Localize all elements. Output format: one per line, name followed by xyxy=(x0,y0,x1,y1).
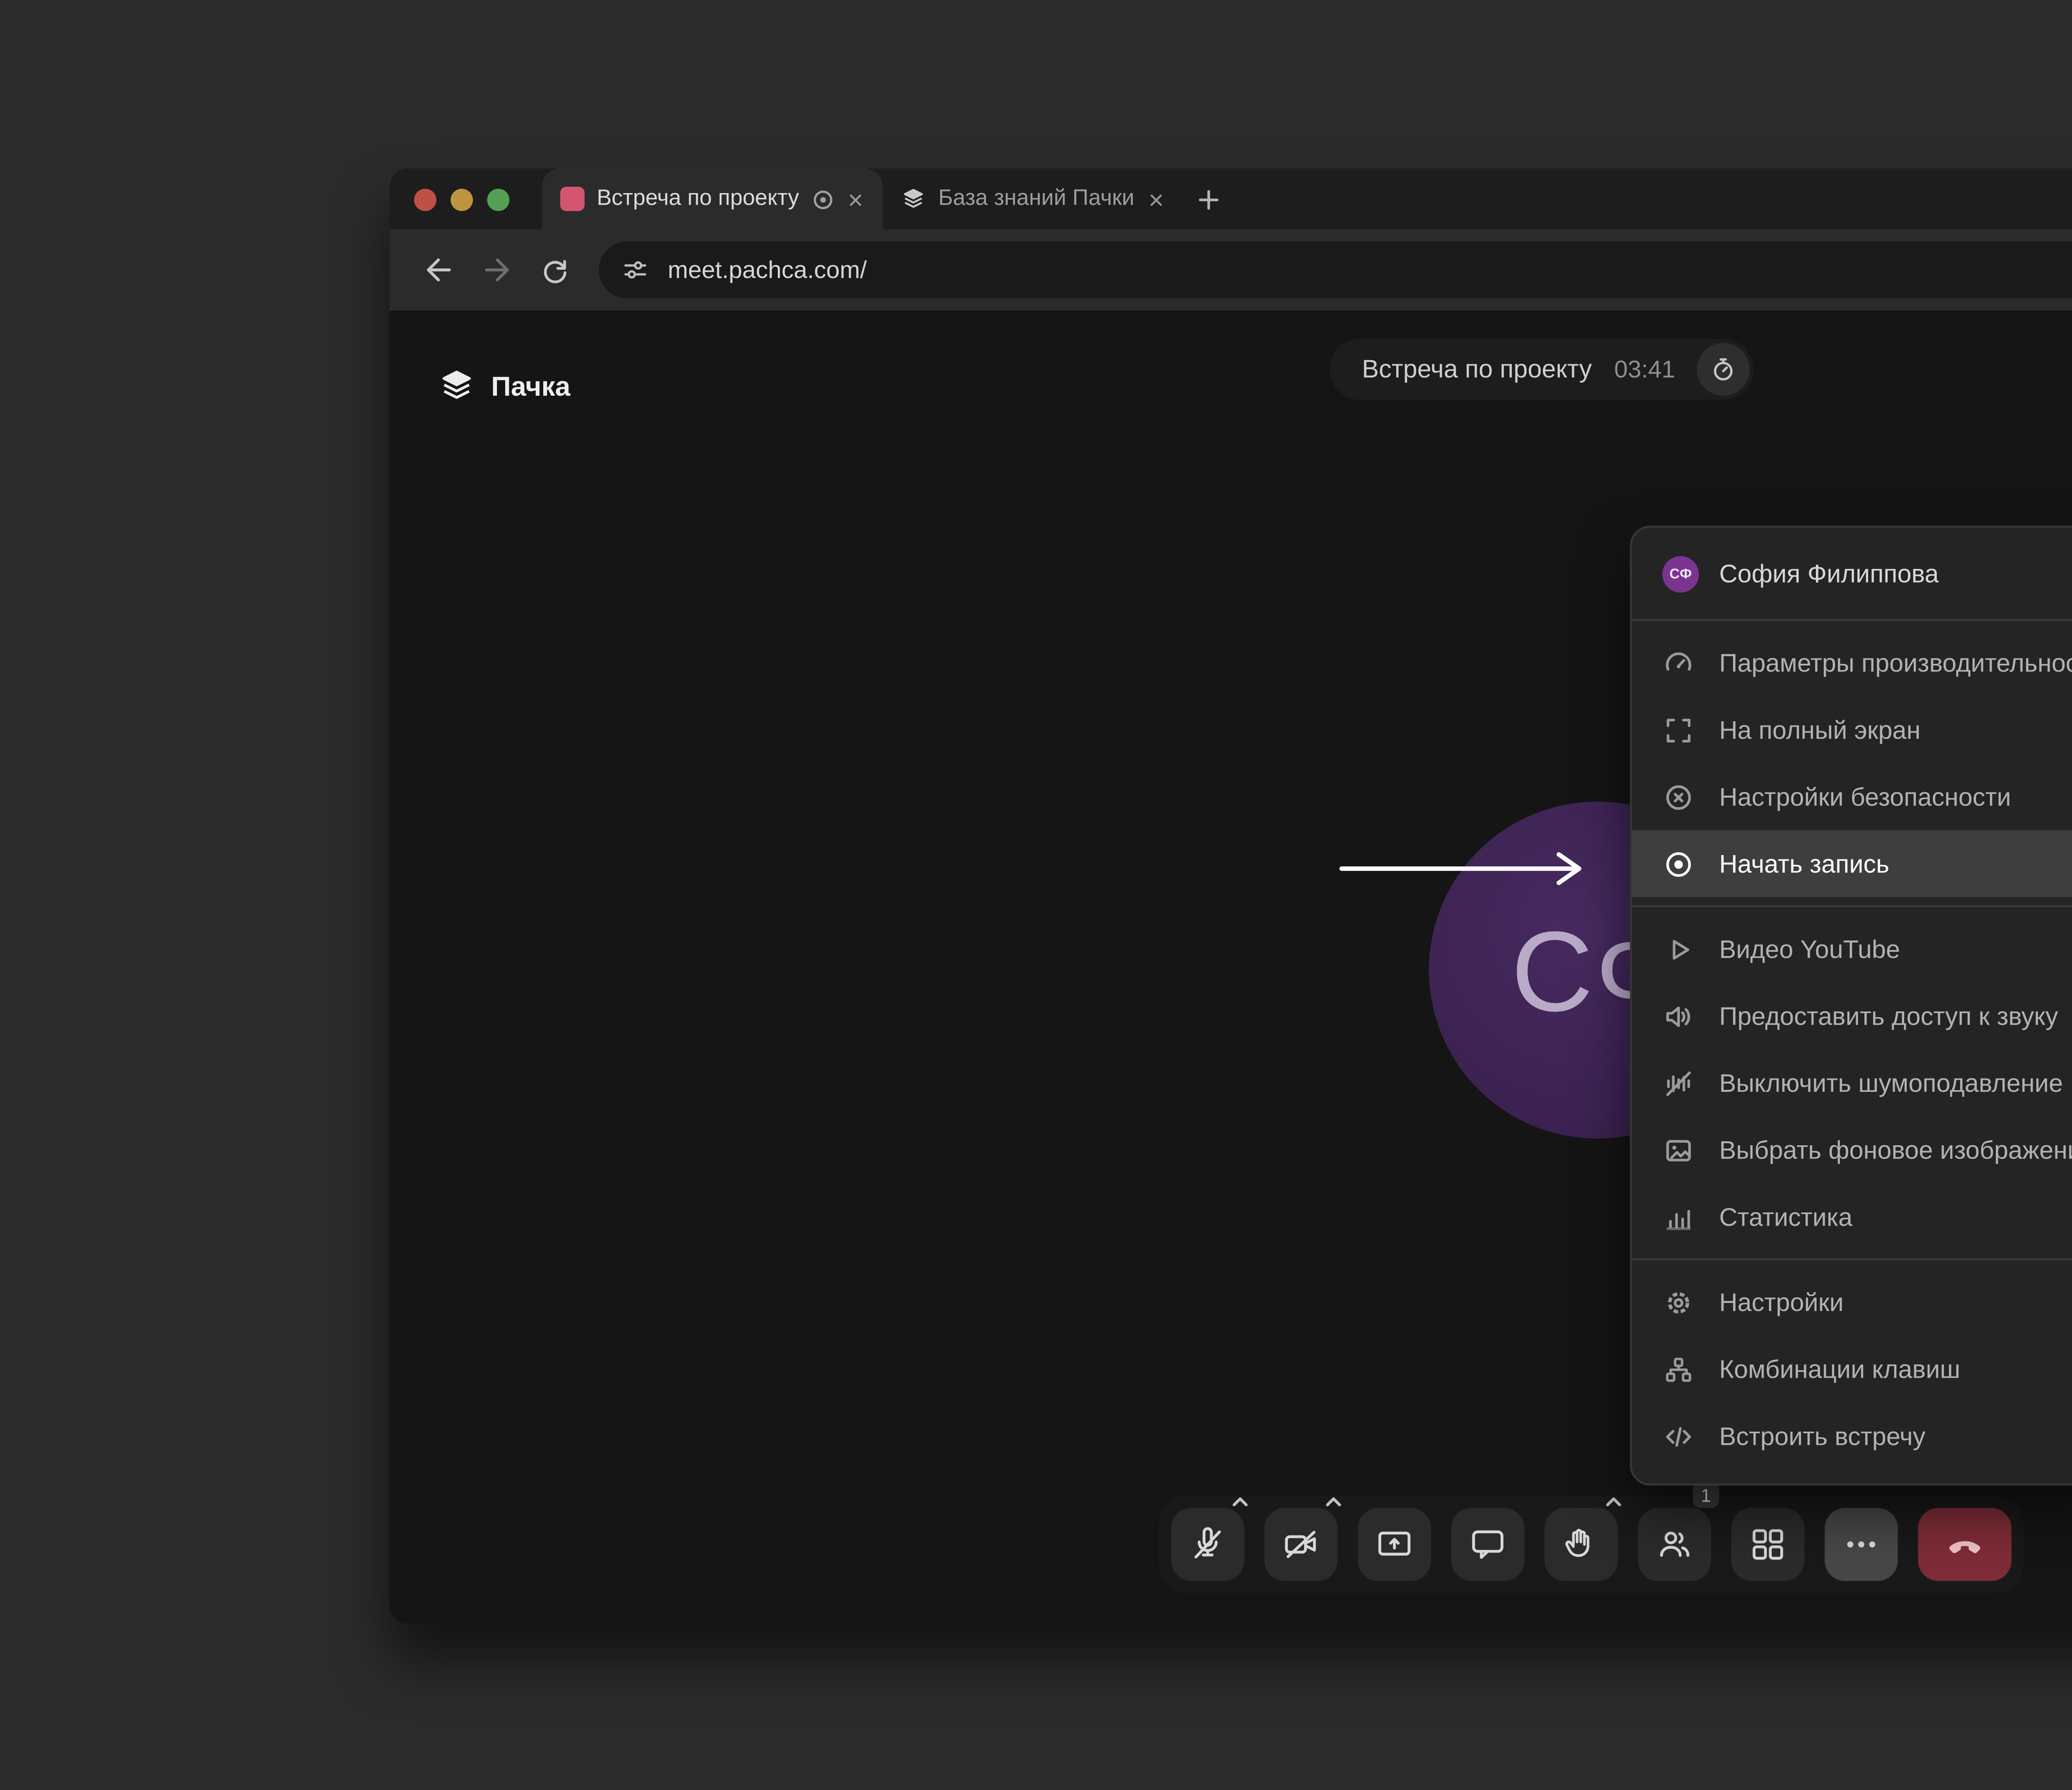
pachca-meet-favicon xyxy=(560,187,585,211)
chevron-up-icon xyxy=(1230,1494,1250,1510)
hang-up-icon xyxy=(1944,1524,1985,1565)
camera-off-icon xyxy=(1281,1524,1322,1565)
forward-button[interactable] xyxy=(469,242,523,297)
tab-close-icon[interactable]: × xyxy=(846,186,865,212)
pachca-kb-favicon xyxy=(902,187,926,211)
bar-chart-icon xyxy=(1662,1200,1694,1233)
camera-button[interactable] xyxy=(1264,1508,1337,1581)
tab-close-icon[interactable]: × xyxy=(1147,186,1166,212)
menu-item-performance[interactable]: Параметры производительности xyxy=(1632,629,2072,696)
play-icon xyxy=(1662,933,1694,965)
image-icon xyxy=(1662,1134,1694,1166)
menu-item-share-audio[interactable]: Предоставить доступ к звуку xyxy=(1632,982,2072,1050)
camera-options-chevron[interactable] xyxy=(1323,1485,1343,1516)
minimize-window-button[interactable] xyxy=(450,188,473,210)
plus-icon xyxy=(1196,186,1223,212)
menu-item-embed-meeting[interactable]: Встроить встречу xyxy=(1632,1402,2072,1469)
security-icon xyxy=(1662,780,1694,813)
menu-user-name: София Филиппова xyxy=(1719,560,1939,589)
participants-button[interactable]: 1 xyxy=(1638,1508,1711,1581)
chevron-up-icon xyxy=(1603,1494,1624,1510)
pachca-logo: Пачка xyxy=(438,368,570,404)
noise-suppression-off-icon xyxy=(1662,1067,1694,1099)
tab-title: Встреча по проекту xyxy=(597,187,799,211)
fullscreen-icon xyxy=(1662,714,1694,746)
pachca-logo-text: Пачка xyxy=(491,370,570,401)
reload-button[interactable] xyxy=(528,242,582,297)
timer-button[interactable] xyxy=(1697,343,1750,396)
pachca-logo-icon xyxy=(438,368,475,404)
menu-item-statistics[interactable]: Статистика xyxy=(1632,1183,2072,1251)
annotation-arrow xyxy=(1336,846,1610,891)
menu-item-noise-suppression-off[interactable]: Выключить шумоподавление xyxy=(1632,1049,2072,1116)
reactions-chevron[interactable] xyxy=(1603,1485,1624,1516)
screen-share-icon xyxy=(1374,1524,1415,1565)
menu-item-fullscreen[interactable]: На полный экран xyxy=(1632,696,2072,763)
menu-group: Настройки Комбинации клавиш Встроить вст… xyxy=(1632,1260,2072,1478)
desktop: Встреча по проекту × База знаний Пачки × xyxy=(0,0,2072,1790)
chat-icon xyxy=(1467,1524,1508,1565)
tab-meeting[interactable]: Встреча по проекту × xyxy=(542,169,884,230)
more-options-menu: СФ София Филиппова Параметры производите… xyxy=(1630,526,2072,1486)
window-controls xyxy=(414,188,509,210)
raise-hand-button[interactable] xyxy=(1544,1508,1617,1581)
meeting-timer: 03:41 xyxy=(1614,355,1675,384)
call-controls: 1 xyxy=(1159,1496,2024,1593)
maximize-window-button[interactable] xyxy=(487,188,510,210)
recording-indicator-icon xyxy=(811,188,834,210)
stopwatch-icon xyxy=(1710,355,1738,384)
menu-item-settings[interactable]: Настройки xyxy=(1632,1268,2072,1335)
site-settings-icon xyxy=(621,256,650,284)
layout-grid-button[interactable] xyxy=(1731,1508,1804,1581)
more-dots-icon xyxy=(1841,1524,1881,1565)
record-icon xyxy=(1662,847,1694,880)
mic-button[interactable] xyxy=(1171,1508,1244,1581)
menu-item-youtube-video[interactable]: Видео YouTube xyxy=(1632,915,2072,982)
performance-gauge-icon xyxy=(1662,646,1694,679)
mic-off-icon xyxy=(1187,1524,1228,1565)
meeting-title: Встреча по проекту xyxy=(1362,355,1592,384)
speaker-icon xyxy=(1662,999,1694,1032)
mic-options-chevron[interactable] xyxy=(1230,1485,1250,1516)
menu-item-background-image[interactable]: Выбрать фоновое изображение xyxy=(1632,1116,2072,1183)
raise-hand-icon xyxy=(1561,1524,1602,1565)
reload-icon xyxy=(538,253,572,287)
browser-toolbar: meet.pachca.com/ Relaunch to u xyxy=(390,229,2072,310)
menu-group: Видео YouTube Предоставить доступ к звук… xyxy=(1632,907,2072,1258)
screen-share-button[interactable] xyxy=(1358,1508,1431,1581)
meeting-header: Встреча по проекту 03:41 xyxy=(1329,339,1754,400)
menu-item-keyboard-shortcuts[interactable]: Комбинации клавиш xyxy=(1632,1335,2072,1403)
new-tab-button[interactable] xyxy=(1196,186,1223,212)
back-icon xyxy=(419,252,455,288)
meeting-page: Пачка Встреча по проекту 03:41 СФ M Софи… xyxy=(390,310,2072,1623)
close-window-button[interactable] xyxy=(414,188,436,210)
grid-icon xyxy=(1748,1524,1788,1565)
menu-user-avatar: СФ xyxy=(1662,556,1699,593)
url-text: meet.pachca.com/ xyxy=(668,256,867,284)
menu-user-header: СФ София Филиппова xyxy=(1632,527,2072,619)
gear-icon xyxy=(1662,1286,1694,1318)
tab-strip: Встреча по проекту × База знаний Пачки × xyxy=(390,169,2072,230)
browser-window: Встреча по проекту × База знаний Пачки × xyxy=(390,169,2072,1624)
participants-icon xyxy=(1654,1524,1695,1565)
menu-item-security[interactable]: Настройки безопасности xyxy=(1632,763,2072,830)
code-icon xyxy=(1662,1420,1694,1452)
keyboard-shortcuts-icon xyxy=(1662,1352,1694,1385)
menu-group: Параметры производительности На полный э… xyxy=(1632,621,2072,905)
menu-item-start-recording[interactable]: Начать запись xyxy=(1632,830,2072,897)
tab-knowledge-base[interactable]: База знаний Пачки × xyxy=(884,169,1184,230)
hang-up-button[interactable] xyxy=(1918,1508,2011,1581)
tab-title: База знаний Пачки xyxy=(938,187,1134,211)
chat-button[interactable] xyxy=(1451,1508,1524,1581)
address-bar[interactable]: meet.pachca.com/ xyxy=(599,242,2072,298)
forward-icon xyxy=(478,252,514,288)
more-options-button[interactable] xyxy=(1825,1508,1898,1581)
chevron-up-icon xyxy=(1323,1494,1343,1510)
back-button[interactable] xyxy=(410,242,465,297)
